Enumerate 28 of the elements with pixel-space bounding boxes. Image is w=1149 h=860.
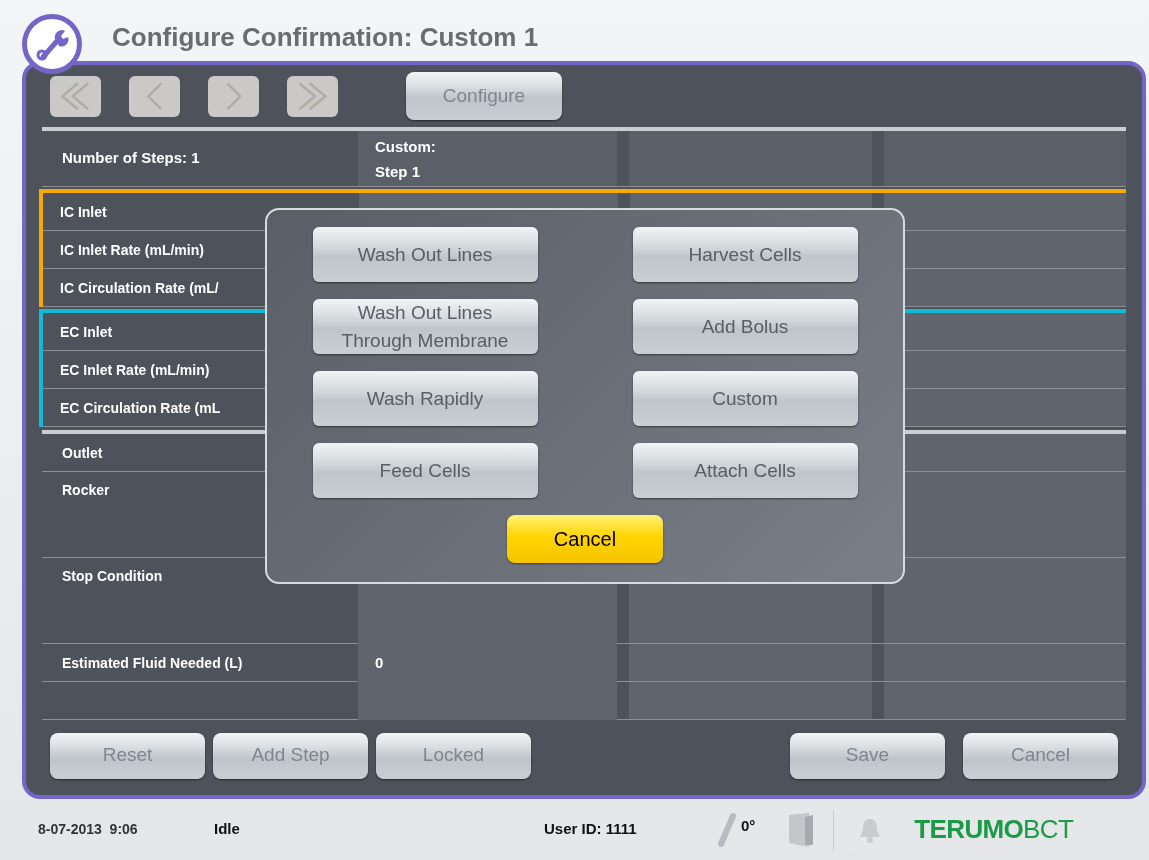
- screen-title: Configure Confirmation: Custom 1: [112, 21, 539, 54]
- procedure-option-button[interactable]: Feed Cells: [312, 443, 538, 498]
- row-label: IC Inlet Rate (mL/min): [60, 240, 204, 260]
- row-label: EC Inlet: [60, 322, 113, 342]
- row-label: Outlet: [62, 443, 103, 463]
- machine-state: Idle: [214, 819, 241, 840]
- brand-logo: TERUMOBCT: [914, 813, 1074, 846]
- row-label: Estimated Fluid Needed (L): [62, 653, 243, 673]
- user-id: User ID: 1111: [544, 819, 638, 840]
- procedure-option-button[interactable]: Harvest Cells: [632, 227, 858, 282]
- procedure-option-button[interactable]: Wash Rapidly: [312, 371, 538, 426]
- row-label: Stop Condition: [62, 567, 163, 586]
- procedure-option-button[interactable]: Wash Out Lines: [312, 227, 538, 282]
- procedure-option-button[interactable]: Add Bolus: [632, 299, 858, 354]
- procedure-option-button[interactable]: Custom: [632, 371, 858, 426]
- step-count: Number of Steps: 1: [61, 148, 201, 169]
- row-label: EC Circulation Rate (mL: [60, 398, 221, 418]
- row-label: IC Inlet: [60, 202, 107, 222]
- rotation-angle: 0°: [741, 816, 756, 837]
- row-label: IC Circulation Rate (mL/: [60, 278, 219, 298]
- row-value: 0: [375, 652, 384, 673]
- date-time: 8-07-2013 9:06: [38, 820, 139, 839]
- row-label: Rocker: [62, 481, 110, 500]
- procedure-option-button[interactable]: Wash Out Lines Through Membrane: [312, 299, 538, 354]
- cancel-button[interactable]: Cancel: [507, 515, 663, 563]
- step-column-header: Custom: Step 1: [358, 131, 618, 186]
- procedure-option-button[interactable]: Attach Cells: [632, 443, 858, 498]
- row-label: EC Inlet Rate (mL/min): [60, 360, 210, 380]
